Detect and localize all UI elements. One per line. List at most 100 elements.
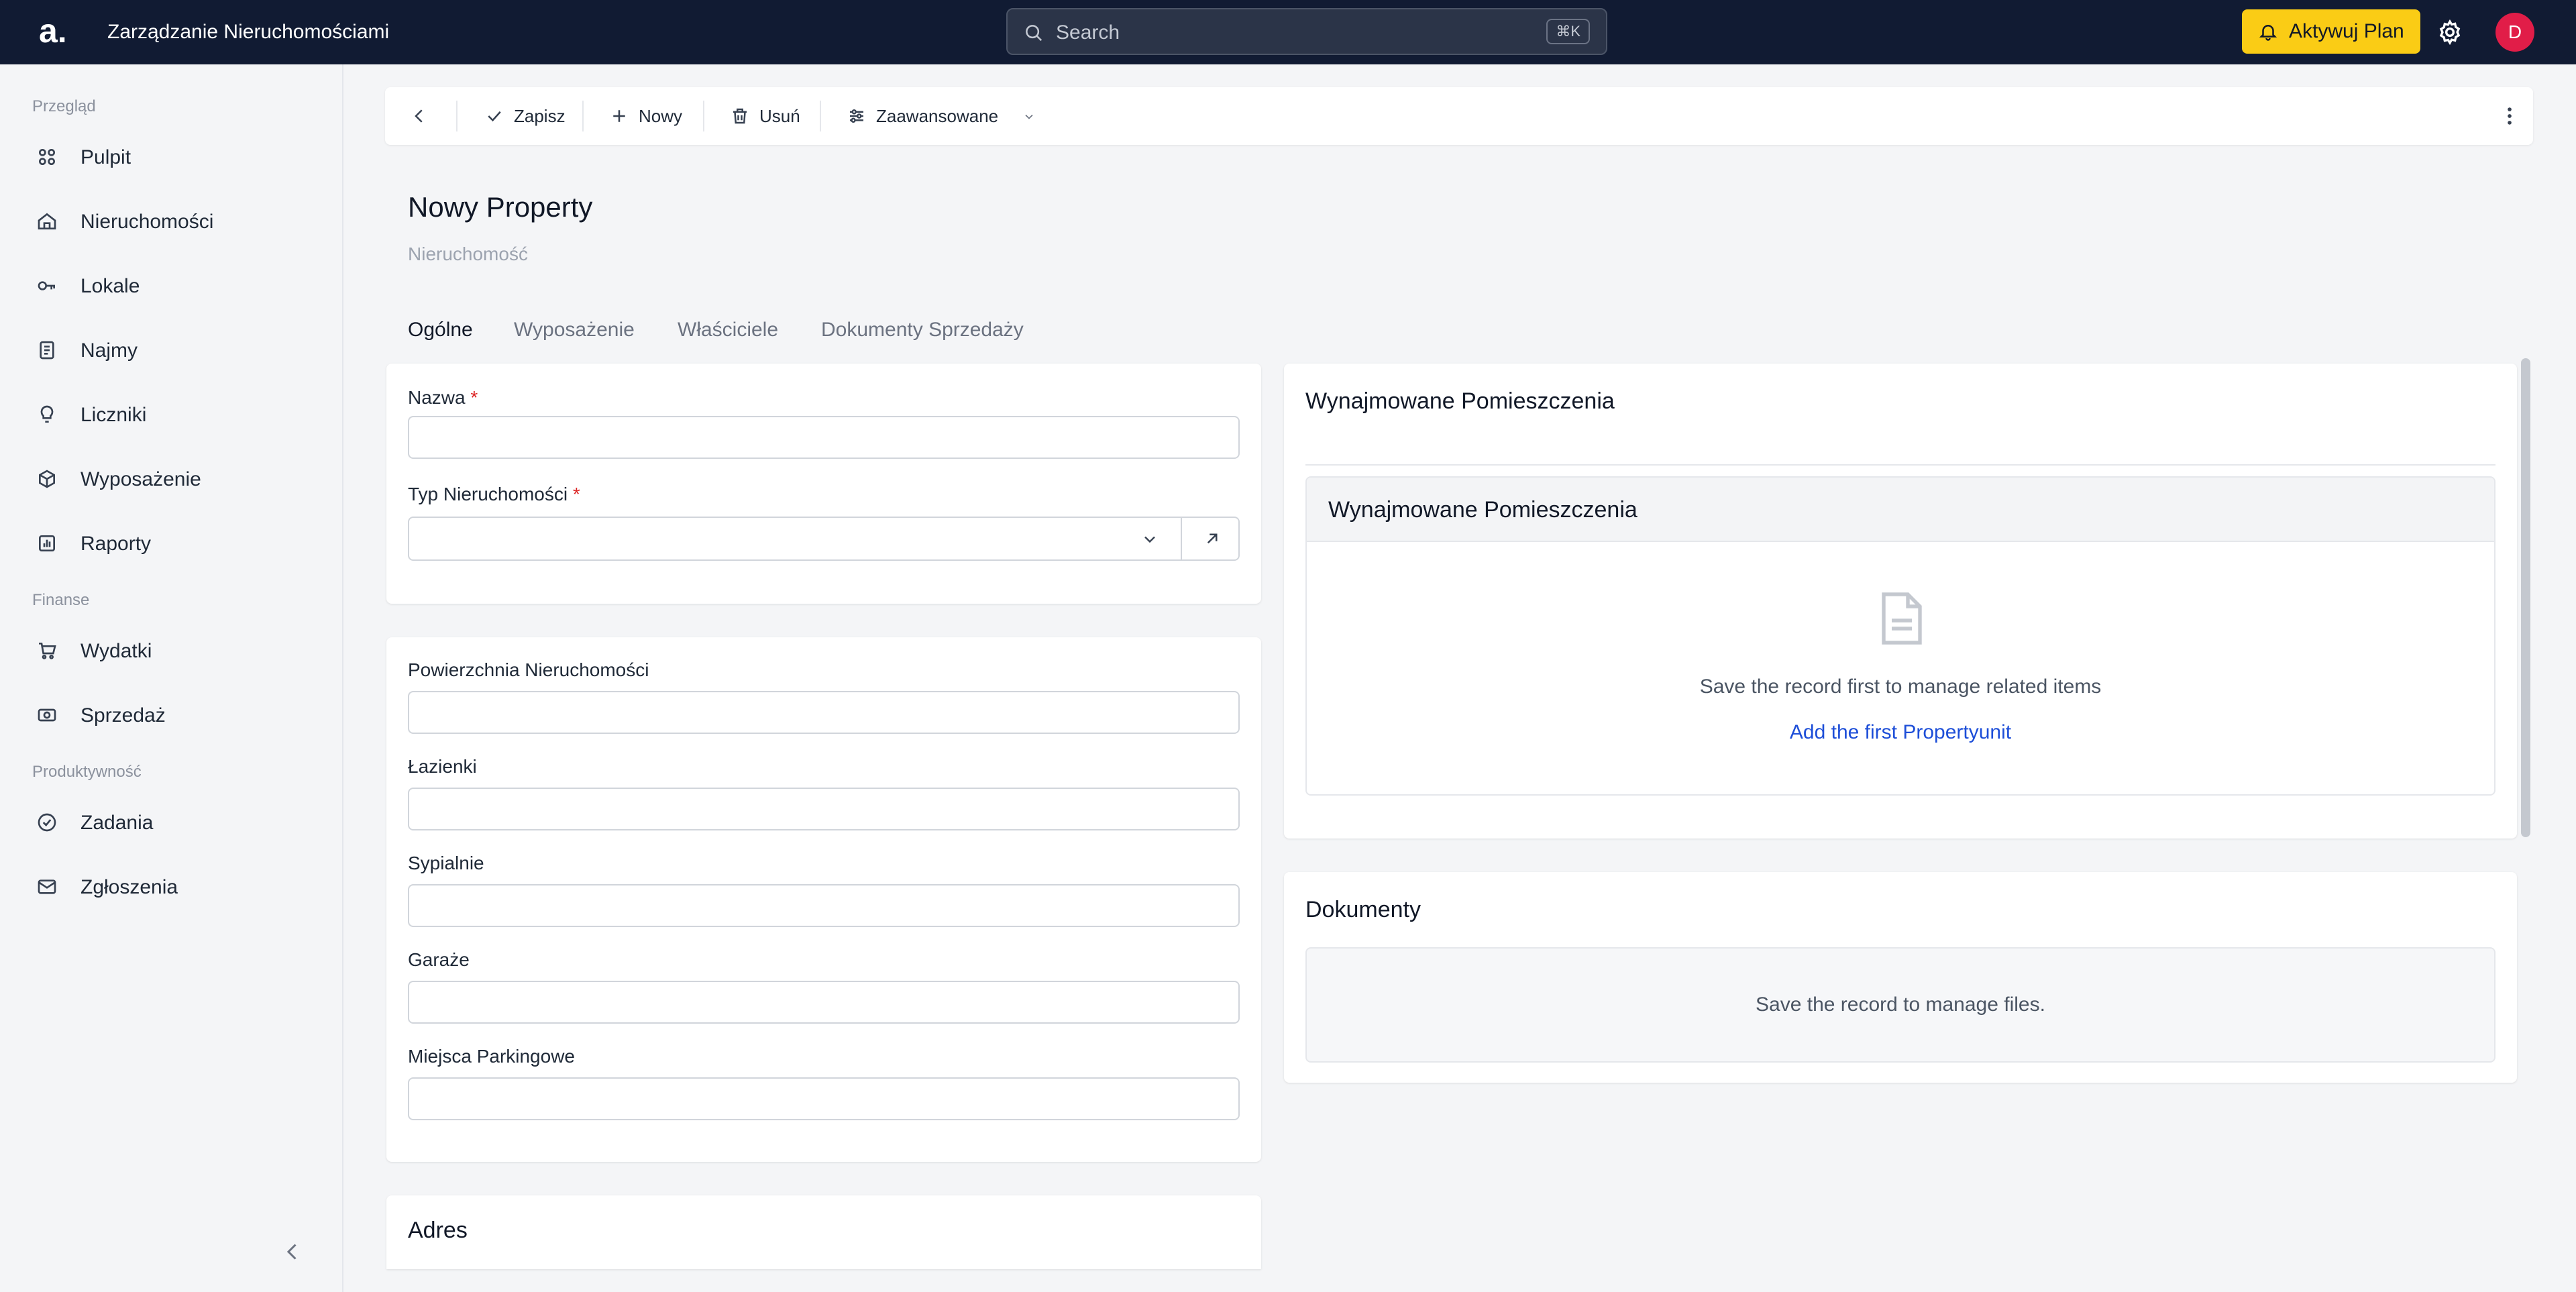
check-circle-icon [38,813,56,832]
sidebar-item-expenses[interactable]: Wydatki [24,627,319,675]
sliders-icon [850,109,863,123]
name-input[interactable] [408,416,1240,459]
rented-rooms-heading: Wynajmowane Pomieszczenia [1305,388,1615,414]
sidebar-item-label: Raporty [80,533,152,555]
toolbar-divider [456,101,458,131]
parking-label: Miejsca Parkingowe [408,1046,575,1067]
page-title: Nowy Property [408,191,593,223]
sidebar-item-meters[interactable]: Liczniki [24,390,319,439]
toolbar-divider [703,101,704,131]
advanced-label: Zaawansowane [876,106,999,126]
app-logo[interactable]: a. [39,12,67,50]
bedrooms-label: Sypialnie [408,853,484,873]
documents-empty-text: Save the record to manage files. [1756,993,2045,1016]
save-label: Zapisz [514,106,566,126]
document-icon [40,341,54,360]
details-card: Powierzchnia Nieruchomości Łazienki Sypi… [386,637,1261,1162]
documents-heading: Dokumenty [1305,897,1421,922]
more-vertical-icon[interactable] [2498,105,2521,127]
back-button[interactable] [409,97,436,136]
sidebar-item-label: Pulpit [80,146,131,168]
documents-card: Dokumenty Save the record to manage file… [1284,872,2517,1083]
parking-input[interactable] [408,1077,1240,1120]
trash-icon [733,108,747,124]
garages-input[interactable] [408,981,1240,1024]
tab-sales-documents[interactable]: Dokumenty Sprzedaży [821,318,1024,342]
sidebar-item-tickets[interactable]: Zgłoszenia [24,863,319,911]
home-icon [38,213,56,229]
tab-equipment[interactable]: Wyposażenie [514,318,635,342]
new-button[interactable]: Nowy [609,97,690,136]
advanced-dropdown[interactable]: Zaawansowane [847,97,1041,136]
bathrooms-input[interactable] [408,788,1240,830]
app-title: Zarządzanie Nieruchomościami [107,21,390,43]
save-button[interactable]: Zapisz [484,97,578,136]
bathrooms-label: Łazienki [408,756,477,777]
tab-owners[interactable]: Właściciele [678,318,778,342]
chevron-down-icon [1025,114,1033,119]
cash-icon [38,708,56,722]
area-input[interactable] [408,691,1240,734]
sidebar-item-leases[interactable]: Najmy [24,326,319,374]
property-type-label: Typ Nieruchomości * [408,484,580,504]
sidebar-item-equipment[interactable]: Wyposażenie [24,455,319,503]
grid-icon [38,149,55,165]
sidebar-item-label: Zgłoszenia [80,876,178,898]
check-icon [488,111,501,122]
collapse-sidebar-icon[interactable] [280,1240,305,1264]
area-label: Powierzchnia Nieruchomości [408,659,649,680]
top-bar: a. Zarządzanie Nieruchomościami Search ⌘… [0,0,2576,64]
rented-rooms-empty-text: Save the record first to manage related … [1699,676,2102,698]
sidebar-item-label: Najmy [80,339,138,362]
scrollbar-thumb[interactable] [2521,358,2530,837]
rented-rooms-panel-title: Wynajmowane Pomieszczenia [1328,497,1638,523]
address-heading: Adres [408,1218,468,1243]
sidebar-item-sales[interactable]: Sprzedaż [24,691,319,739]
chart-icon [39,535,55,551]
page-subtitle: Nieruchomość [408,244,528,264]
activate-plan-button[interactable]: Aktywuj Plan [2242,9,2420,54]
sidebar: Przegląd Pulpit Nieruchomości Lokale Naj… [0,64,343,1292]
sidebar-item-tasks[interactable]: Zadania [24,798,319,847]
rented-rooms-panel-header: Wynajmowane Pomieszczenia [1307,478,2494,542]
mail-icon [38,879,56,894]
garages-label: Garaże [408,949,470,970]
sidebar-item-label: Sprzedaż [80,704,166,726]
sidebar-item-units[interactable]: Lokale [24,262,319,310]
sidebar-item-dashboard[interactable]: Pulpit [24,133,319,181]
sidebar-item-label: Lokale [80,275,140,297]
plus-icon [613,110,625,122]
cart-icon [39,643,56,659]
sidebar-item-properties[interactable]: Nieruchomości [24,197,319,246]
bedrooms-input[interactable] [408,884,1240,927]
toolbar-divider [820,101,821,131]
activate-plan-label: Aktywuj Plan [2289,20,2404,42]
sidebar-item-label: Wyposażenie [80,468,201,490]
tab-general[interactable]: Ogólne [408,318,473,342]
key-icon [38,281,55,290]
search-box[interactable]: Search ⌘K [1006,8,1607,55]
gear-icon[interactable] [2436,19,2463,46]
sidebar-item-label: Nieruchomości [80,211,214,233]
search-shortcut-badge: ⌘K [1546,19,1590,44]
delete-button[interactable]: Usuń [730,97,810,136]
bulb-icon [40,405,54,423]
delete-label: Usuń [759,106,800,126]
user-avatar[interactable]: D [2496,13,2534,52]
property-type-select[interactable] [408,517,1240,561]
add-first-property-unit-link[interactable]: Add the first Propertyunit [1307,720,2494,745]
empty-document-icon [1882,592,1922,645]
chevron-left-icon [415,109,423,123]
search-input[interactable]: Search [1056,21,1120,45]
select-divider [1181,518,1182,559]
sidebar-item-reports[interactable]: Raporty [24,519,319,568]
sidebar-section-overview: Przegląd [32,97,96,115]
rented-rooms-panel: Wynajmowane Pomieszczenia Save the recor… [1305,476,2496,796]
open-external-icon[interactable] [1202,529,1222,549]
name-label: Nazwa * [408,387,478,408]
sidebar-item-label: Liczniki [80,404,147,426]
box-icon [39,470,55,488]
sidebar-item-label: Wydatki [80,640,152,662]
chevron-down-icon [1144,536,1155,543]
search-icon [1026,25,1042,42]
